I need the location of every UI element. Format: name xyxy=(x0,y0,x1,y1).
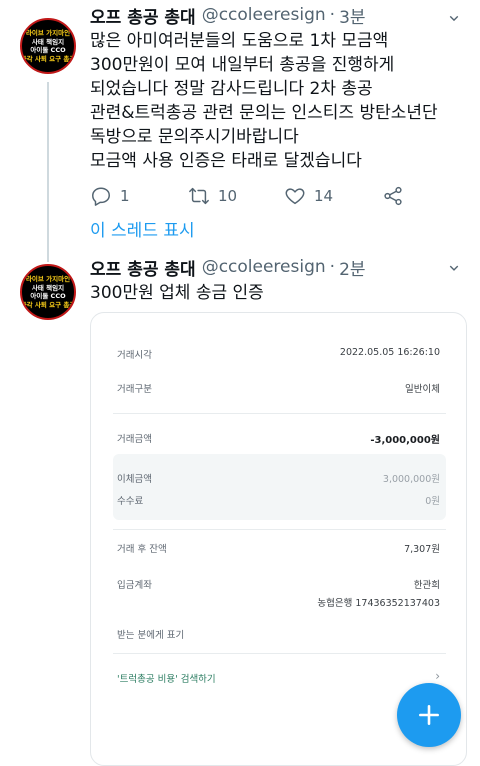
avatar[interactable]: 라이브 가지마인 사태 책임지 아이돌 CCO 즉각 사퇴 요구 총공 xyxy=(20,264,76,320)
show-thread-link[interactable]: 이 스레드 표시 xyxy=(90,218,195,244)
receipt-label: 받는 분에게 표기 xyxy=(117,630,185,641)
tweet-header: 오프 총공 총대 @ccoleeresign · 3분 xyxy=(90,2,366,28)
receipt-row: 받는 분에게 표기 xyxy=(91,623,466,645)
receipt-label: 수수료 xyxy=(117,496,144,507)
thread-connector xyxy=(47,250,49,262)
retweet-button[interactable]: 10 xyxy=(188,183,237,209)
tweet-text: 300만원 업체 송금 인증 xyxy=(90,281,264,305)
receipt-divider xyxy=(113,413,446,414)
avatar-text: 라이브 가지마인 xyxy=(25,29,71,37)
receipt-value: 일반이체 xyxy=(405,384,440,395)
receipt-label: 거래구분 xyxy=(117,384,152,395)
avatar-text: 아이돌 CCO xyxy=(30,292,66,300)
heart-icon xyxy=(285,188,305,205)
timestamp[interactable]: 3분 xyxy=(339,3,365,28)
receipt-row: 거래구분 일반이체 xyxy=(91,377,466,399)
receipt-value: 0원 xyxy=(425,496,440,507)
retweet-count: 10 xyxy=(218,187,238,205)
tweet-text: 많은 아미여러분들의 도움으로 1차 모금액 300만원이 모여 내일부터 총공… xyxy=(90,29,438,173)
search-link-row[interactable]: '트럭총공 비용' 검색하기 › xyxy=(91,667,466,689)
more-options-icon[interactable] xyxy=(444,258,464,278)
tweet-text-line: 독방으로 문의주시기바랍니다 xyxy=(90,127,299,147)
user-handle[interactable]: @ccoleeresign xyxy=(202,5,326,25)
receipt-value: -3,000,000원 xyxy=(370,435,440,446)
tweet-text-line: 관련&트럭총공 관련 문의는 인스티즈 방탄소년단 xyxy=(90,103,438,123)
receipt-row: 이체금액 3,000,000원 xyxy=(91,467,466,489)
receipt-label: 거래시각 xyxy=(117,350,152,361)
compose-tweet-button[interactable] xyxy=(397,683,461,747)
separator-dot: · xyxy=(329,257,336,277)
reply-icon xyxy=(92,187,110,206)
avatar[interactable]: 라이브 가지마인 사태 책임지 아이돌 CCO 즉각 사퇴 요구 총공 xyxy=(20,18,76,74)
tweet-text-line: 되었습니다 정말 감사드립니다 2차 총공 xyxy=(90,79,373,99)
reply-button[interactable]: 1 xyxy=(90,183,130,209)
avatar-text: 라이브 가지마인 xyxy=(25,275,71,283)
receipt-row: 수수료 0원 xyxy=(91,489,466,511)
tweet-actions: 1 10 14 xyxy=(90,183,430,209)
receipt-divider xyxy=(113,529,446,530)
tweet-header: 오프 총공 총대 @ccoleeresign · 2분 xyxy=(90,254,366,280)
tweet-1[interactable]: 라이브 가지마인 사태 책임지 아이돌 CCO 즉각 사퇴 요구 총공 오프 총… xyxy=(0,0,480,250)
receipt-row: 거래금액 -3,000,000원 xyxy=(91,427,466,449)
separator-dot: · xyxy=(329,5,336,25)
receipt-row: 농협은행 17436352137403 xyxy=(91,591,466,613)
tweet-text-line: 300만원 업체 송금 인증 xyxy=(90,283,264,303)
receipt-label: 이체금액 xyxy=(117,474,152,485)
receipt-value: 3,000,000원 xyxy=(382,474,440,485)
tweet-text-line: 300만원이 모여 내일부터 총공을 진행하게 xyxy=(90,55,395,75)
receipt-value: 2022.05.05 16:26:10 xyxy=(339,347,440,358)
display-name[interactable]: 오프 총공 총대 xyxy=(90,3,196,28)
tweet-text-line: 많은 아미여러분들의 도움으로 1차 모금액 xyxy=(90,31,389,51)
receipt-value: 한관희 xyxy=(413,580,440,591)
share-icon xyxy=(384,186,402,206)
retweet-icon xyxy=(189,187,209,205)
receipt-value: 농협은행 17436352137403 xyxy=(317,598,440,609)
thread-connector xyxy=(47,82,49,250)
avatar-text: 즉각 사퇴 요구 총공 xyxy=(20,300,76,309)
receipt-row: 거래 후 잔액 7,307원 xyxy=(91,537,466,559)
receipt-row: 거래시각 2022.05.05 16:26:10 xyxy=(91,343,466,365)
receipt-divider xyxy=(113,653,446,654)
avatar-text: 즉각 사퇴 요구 총공 xyxy=(20,54,76,63)
display-name[interactable]: 오프 총공 총대 xyxy=(90,255,196,280)
more-options-icon[interactable] xyxy=(444,6,464,26)
receipt-label: 거래금액 xyxy=(117,434,152,445)
receipt-label: 거래 후 잔액 xyxy=(117,544,167,555)
like-count: 14 xyxy=(314,187,334,205)
avatar-text: 사태 책임지 xyxy=(31,283,65,292)
reply-count: 1 xyxy=(120,187,130,205)
timestamp[interactable]: 2분 xyxy=(339,255,365,280)
tweet-text-line: 모금액 사용 인증은 타래로 달겠습니다 xyxy=(90,151,362,171)
chevron-right-icon: › xyxy=(435,669,440,683)
search-link[interactable]: '트럭총공 비용' 검색하기 xyxy=(117,671,216,685)
user-handle[interactable]: @ccoleeresign xyxy=(202,257,326,277)
avatar-text: 사태 책임지 xyxy=(31,37,65,46)
share-button[interactable] xyxy=(382,183,404,209)
receipt-label: 입금계좌 xyxy=(117,580,152,591)
receipt-value: 7,307원 xyxy=(404,544,440,555)
like-button[interactable]: 14 xyxy=(284,183,333,209)
avatar-text: 아이돌 CCO xyxy=(30,46,66,54)
plus-icon xyxy=(419,705,439,725)
